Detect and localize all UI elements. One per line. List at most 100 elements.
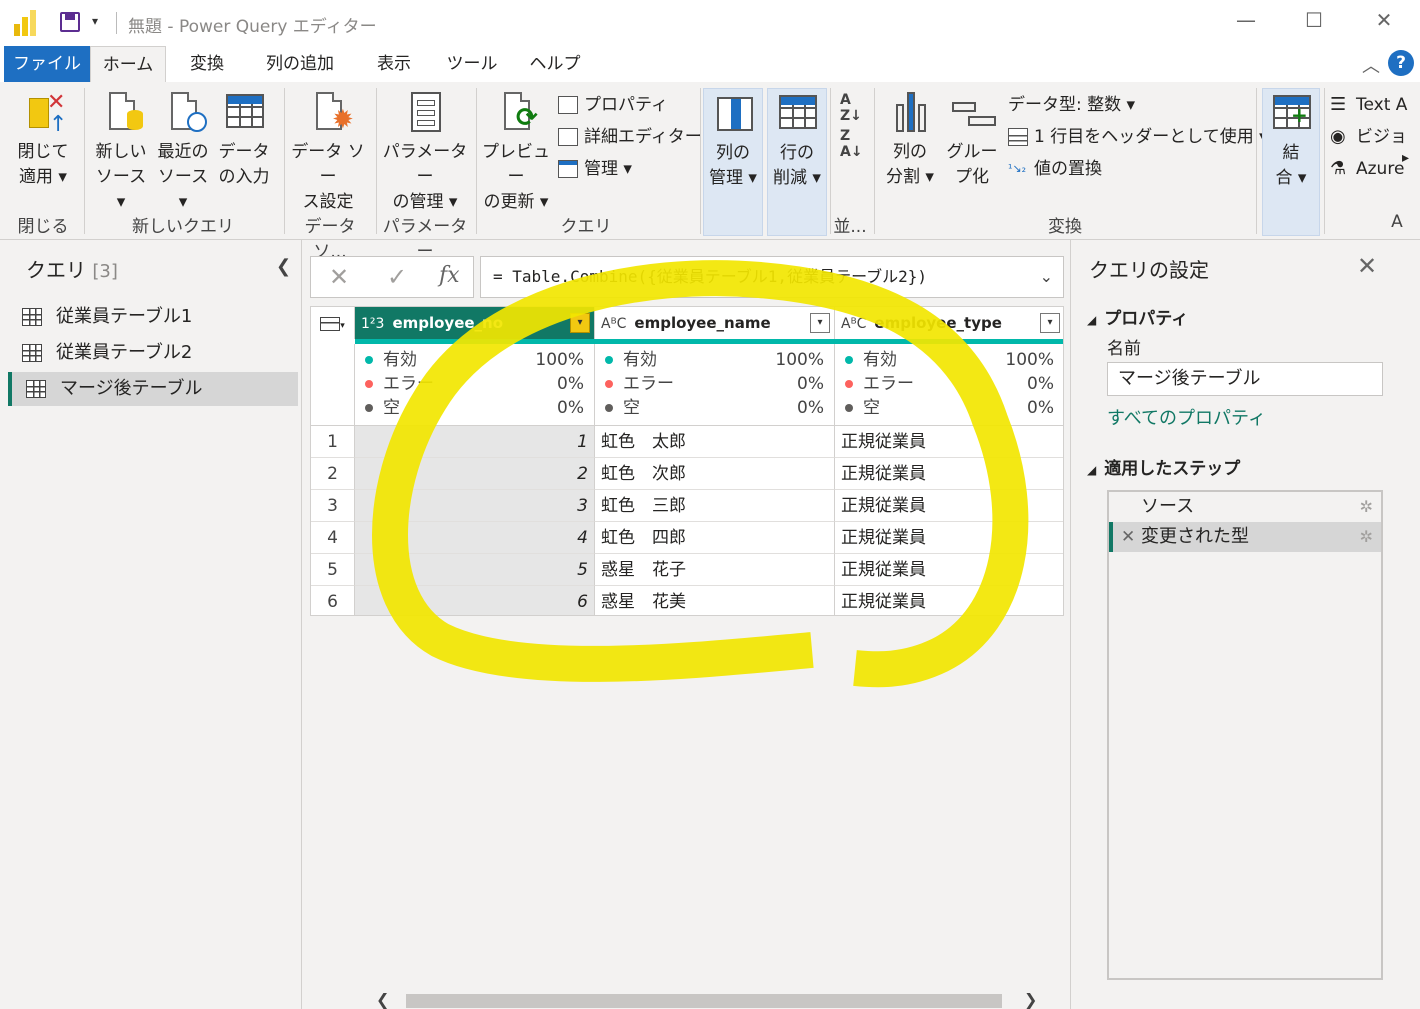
gear-icon[interactable]: ✲ xyxy=(1360,522,1373,552)
manage-columns-button[interactable]: 列の 管理 ▾ xyxy=(703,88,763,236)
cell-employee-type[interactable]: 正規従業員 xyxy=(835,522,1063,554)
sort-descending-icon[interactable]: Z A↓ xyxy=(840,128,863,160)
cell-employee-name[interactable]: 虹色 三郎 xyxy=(595,490,835,522)
step-changed-type[interactable]: ✕ 変更された型 ✲ xyxy=(1109,522,1381,552)
vision-button[interactable]: ◉ ビジョ xyxy=(1330,124,1407,150)
scrollbar-thumb[interactable] xyxy=(406,994,1002,1008)
row-number[interactable]: 4 xyxy=(311,522,355,554)
new-source-button[interactable]: 新しい ソース ▾ xyxy=(90,90,152,215)
tab-add-column[interactable]: 列の追加 xyxy=(256,46,344,82)
cell-employee-no[interactable]: 3 xyxy=(355,490,595,522)
tab-file[interactable]: ファイル xyxy=(4,46,90,82)
manage-parameters-button[interactable]: パラメーター の管理 ▾ xyxy=(380,90,470,215)
column-header-employee-name[interactable]: AᴮC employee_name ▾ xyxy=(595,307,835,339)
tab-home[interactable]: ホーム xyxy=(90,46,166,82)
data-type-dropdown[interactable]: データ型: 整数 ▾ xyxy=(1008,92,1135,118)
tab-transform[interactable]: 変換 xyxy=(176,46,238,82)
confirm-formula-icon[interactable]: ✓ xyxy=(387,263,407,291)
cell-employee-type[interactable]: 正規従業員 xyxy=(835,458,1063,490)
tab-tools[interactable]: ツール xyxy=(440,46,504,82)
cell-employee-name[interactable]: 惑星 花子 xyxy=(595,554,835,586)
row-number[interactable]: 3 xyxy=(311,490,355,522)
minimize-button[interactable]: — xyxy=(1226,8,1266,32)
table-menu-icon[interactable]: ▾ xyxy=(311,307,355,339)
scroll-left-icon[interactable]: ❮ xyxy=(376,990,389,1009)
column-header-employee-no[interactable]: 1²3 employee_no ▾ xyxy=(355,307,595,339)
close-window-button[interactable]: ✕ xyxy=(1364,8,1404,32)
cell-employee-no[interactable]: 1 xyxy=(355,426,595,458)
cell-employee-no[interactable]: 2 xyxy=(355,458,595,490)
whole-number-type-icon[interactable]: 1²3 xyxy=(361,316,384,332)
cell-employee-no[interactable]: 6 xyxy=(355,586,595,615)
data-source-settings-button[interactable]: ✹ データ ソー ス設定 xyxy=(288,90,368,215)
help-icon[interactable]: ? xyxy=(1388,50,1414,76)
expand-formula-icon[interactable]: ⌄ xyxy=(1040,257,1053,297)
collapse-queries-icon[interactable]: ❮ xyxy=(276,256,291,277)
query-item-employee-table-2[interactable]: 従業員テーブル2 xyxy=(8,336,298,370)
sort-ascending-icon[interactable]: A Z↓ xyxy=(840,92,862,124)
filter-dropdown-icon[interactable]: ▾ xyxy=(570,313,590,333)
text-type-icon[interactable]: AᴮC xyxy=(601,316,626,332)
combine-button[interactable]: + 結 合 ▾ xyxy=(1262,88,1320,236)
cell-employee-no[interactable]: 5 xyxy=(355,554,595,586)
valid-dot-icon xyxy=(365,356,373,364)
maximize-button[interactable]: ☐ xyxy=(1294,8,1334,32)
refresh-preview-button[interactable]: ⟳ プレビュー の更新 ▾ xyxy=(480,90,552,215)
cell-employee-name[interactable]: 惑星 花美 xyxy=(595,586,835,615)
delete-step-icon[interactable]: ✕ xyxy=(1121,522,1135,552)
filter-dropdown-icon[interactable]: ▾ xyxy=(810,313,830,333)
tab-help[interactable]: ヘルプ xyxy=(522,46,588,82)
recent-sources-button[interactable]: 最近の ソース ▾ xyxy=(152,90,214,215)
cell-employee-name[interactable]: 虹色 四郎 xyxy=(595,522,835,554)
column-header-employee-type[interactable]: AᴮC employee_type ▾ xyxy=(835,307,1063,339)
close-settings-icon[interactable]: ✕ xyxy=(1357,252,1377,280)
cell-employee-type[interactable]: 正規従業員 xyxy=(835,554,1063,586)
close-apply-button[interactable]: ✕ ↑ 閉じて 適用 ▾ xyxy=(10,90,76,190)
ribbon-scroll-right-icon[interactable]: ▸ xyxy=(1402,150,1409,166)
query-item-employee-table-1[interactable]: 従業員テーブル1 xyxy=(8,300,298,334)
scroll-right-icon[interactable]: ❯ xyxy=(1024,990,1037,1009)
enter-data-button[interactable]: データ の入力 xyxy=(214,90,274,190)
fx-icon[interactable]: fx xyxy=(439,263,460,288)
group-by-button[interactable]: グルー プ化 xyxy=(944,90,1000,190)
row-number[interactable]: 6 xyxy=(311,586,355,615)
gear-icon[interactable]: ✲ xyxy=(1360,492,1373,522)
split-column-button[interactable]: 列の 分割 ▾ xyxy=(880,90,940,190)
applied-steps-header[interactable]: ◢ 適用したステップ xyxy=(1087,454,1240,479)
use-first-row-as-headers-button[interactable]: 1 行目をヘッダーとして使用 ▾ xyxy=(1008,124,1268,150)
save-icon[interactable] xyxy=(60,12,80,32)
cell-employee-no[interactable]: 4 xyxy=(355,522,595,554)
azure-ml-button[interactable]: ⚗ Azure xyxy=(1330,156,1404,182)
header-row-icon xyxy=(1008,128,1028,146)
step-source[interactable]: ソース ✲ xyxy=(1109,492,1381,522)
query-name-input[interactable]: マージ後テーブル xyxy=(1107,362,1383,396)
cell-employee-type[interactable]: 正規従業員 xyxy=(835,586,1063,615)
properties-button[interactable]: プロパティ xyxy=(558,92,668,118)
properties-section-header[interactable]: ◢ プロパティ xyxy=(1087,304,1188,329)
group-label-query: クエリ xyxy=(560,217,612,237)
quick-access-dropdown[interactable]: ▾ xyxy=(92,14,98,28)
row-number[interactable]: 2 xyxy=(311,458,355,490)
cell-employee-type[interactable]: 正規従業員 xyxy=(835,426,1063,458)
cell-employee-type[interactable]: 正規従業員 xyxy=(835,490,1063,522)
query-item-merged-table[interactable]: マージ後テーブル xyxy=(8,372,298,406)
replace-values-button[interactable]: ¹↘₂ 値の置換 xyxy=(1008,156,1102,182)
formula-input[interactable]: = Table.Combine({従業員テーブル1,従業員テーブル2}) ⌄ xyxy=(480,256,1064,298)
reduce-rows-button[interactable]: 行の 削減 ▾ xyxy=(767,88,827,236)
collapse-ribbon-icon[interactable]: ︿ xyxy=(1362,52,1380,78)
manage-button[interactable]: 管理 ▾ xyxy=(558,156,632,182)
cancel-formula-icon[interactable]: ✕ xyxy=(329,263,349,291)
reduce-rows-icon xyxy=(777,91,817,137)
all-properties-link[interactable]: すべてのプロパティ xyxy=(1107,404,1266,430)
cell-employee-name[interactable]: 虹色 太郎 xyxy=(595,426,835,458)
tab-view[interactable]: 表示 xyxy=(364,46,424,82)
text-analytics-button[interactable]: ☰ Text A xyxy=(1330,92,1407,118)
cell-employee-name[interactable]: 虹色 次郎 xyxy=(595,458,835,490)
horizontal-scrollbar[interactable]: ❮ ❯ xyxy=(310,990,1064,1009)
row-number[interactable]: 5 xyxy=(311,554,355,586)
row-number[interactable]: 1 xyxy=(311,426,355,458)
error-dot-icon xyxy=(365,380,373,388)
advanced-editor-button[interactable]: 詳細エディター xyxy=(558,124,702,150)
text-type-icon[interactable]: AᴮC xyxy=(841,316,866,332)
filter-dropdown-icon[interactable]: ▾ xyxy=(1040,313,1060,333)
